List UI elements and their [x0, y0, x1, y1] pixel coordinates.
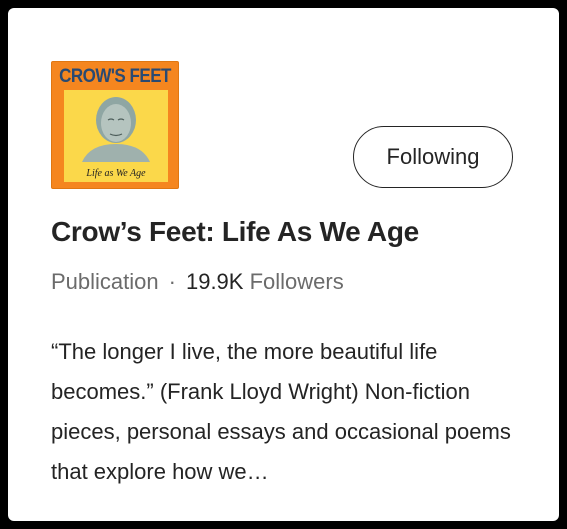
- portrait-image: [64, 90, 168, 162]
- publication-meta: Publication · 19.9K Followers: [51, 269, 344, 295]
- logo-subtitle: Life as We Age: [86, 168, 146, 179]
- meta-separator: ·: [168, 269, 176, 294]
- publication-logo[interactable]: CROW'S FEET Life as We Age: [51, 61, 179, 189]
- publication-title[interactable]: Crow’s Feet: Life As We Age: [51, 216, 419, 248]
- publication-type-label: Publication: [51, 269, 159, 294]
- followers-label[interactable]: Followers: [250, 269, 344, 294]
- publication-card: CROW'S FEET Life as We Age Following Cro…: [8, 8, 559, 521]
- followers-count[interactable]: 19.9K: [186, 269, 244, 294]
- logo-title: CROW'S FEET: [59, 64, 171, 87]
- publication-description: “The longer I live, the more beautiful l…: [51, 339, 511, 484]
- following-button[interactable]: Following: [353, 126, 513, 188]
- logo-inner-panel: Life as We Age: [64, 90, 168, 182]
